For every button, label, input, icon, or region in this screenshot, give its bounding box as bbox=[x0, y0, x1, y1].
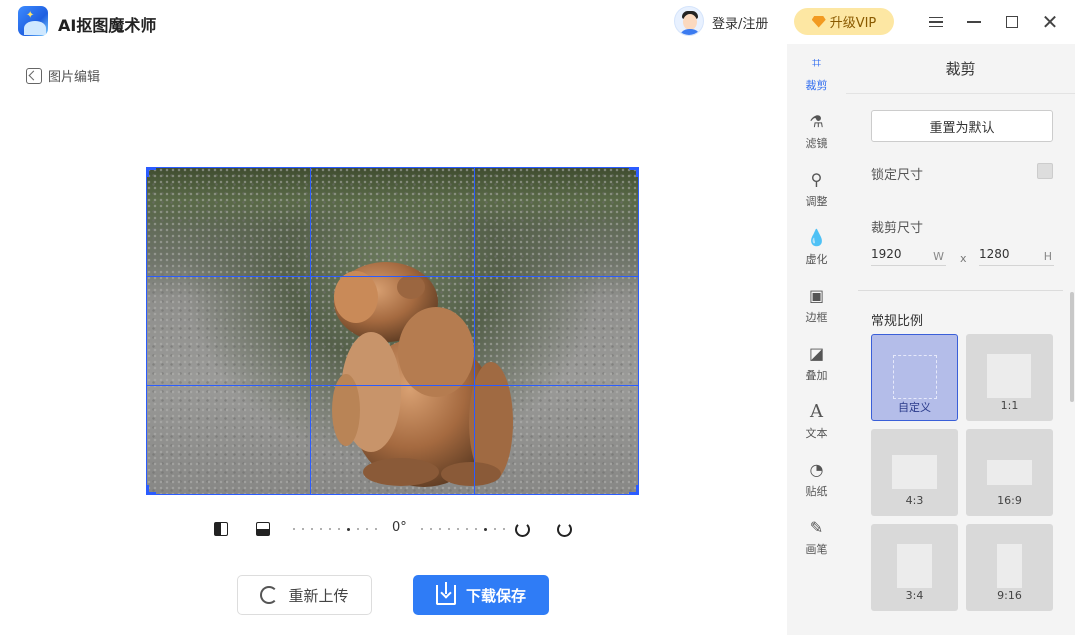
refresh-icon bbox=[260, 586, 279, 604]
ratio-option-9-16[interactable]: 9:16 bbox=[966, 524, 1053, 611]
rotate-left-button[interactable] bbox=[511, 518, 533, 540]
angle-slider-left[interactable] bbox=[293, 527, 377, 531]
height-field[interactable]: 1280 H bbox=[979, 244, 1054, 266]
sticker-icon: ◔ bbox=[809, 459, 824, 479]
rail-item-border[interactable]: ▣ 边框 bbox=[787, 276, 846, 332]
rail-item-brush[interactable]: ✎ 画笔 bbox=[787, 508, 846, 564]
rail-item-crop[interactable]: ⌗ 裁剪 bbox=[787, 44, 846, 100]
crop-icon: ⌗ bbox=[811, 53, 821, 72]
blur-icon: 💧 bbox=[806, 227, 827, 247]
rail-item-blur[interactable]: 💧 虚化 bbox=[787, 218, 846, 274]
ratio-option-3-4[interactable]: 3:4 bbox=[871, 524, 958, 611]
rail-item-adjust[interactable]: ⚲ 调整 bbox=[787, 160, 846, 216]
upgrade-vip-button[interactable]: 升级VIP bbox=[794, 8, 894, 35]
adjust-icon: ⚲ bbox=[810, 169, 823, 189]
border-icon: ▣ bbox=[808, 285, 825, 305]
text-icon: A bbox=[810, 400, 823, 422]
home-icon bbox=[26, 67, 42, 84]
download-icon bbox=[435, 582, 456, 605]
lock-size-checkbox[interactable] bbox=[1037, 163, 1053, 179]
crop-settings-panel: 裁剪 重置为默认 锁定尺寸 裁剪尺寸 1920 W x 1280 H 常规比例 … bbox=[846, 44, 1075, 635]
rail-item-overlay[interactable]: ◪ 叠加 bbox=[787, 334, 846, 390]
filter-icon: ⚗ bbox=[809, 111, 824, 131]
flip-vertical-icon bbox=[256, 522, 270, 536]
login-register-link[interactable]: 登录/注册 bbox=[712, 13, 768, 32]
crop-toolbar: 0° bbox=[210, 518, 580, 540]
crop-handle-top-right[interactable] bbox=[629, 167, 639, 177]
rotate-left-icon bbox=[514, 521, 530, 537]
lock-size-label: 锁定尺寸 bbox=[871, 168, 924, 183]
rotate-right-icon bbox=[556, 521, 572, 537]
breadcrumb[interactable]: 图片编辑 bbox=[26, 66, 100, 85]
size-separator: x bbox=[960, 252, 967, 265]
save-label: 下载保存 bbox=[465, 586, 526, 605]
crop-handle-bottom-right[interactable] bbox=[629, 485, 639, 495]
crop-size-label: 裁剪尺寸 bbox=[871, 221, 924, 236]
rotate-right-button[interactable] bbox=[553, 518, 575, 540]
app-logo-icon: ✦ bbox=[18, 6, 48, 36]
close-icon[interactable]: ✕ bbox=[1038, 10, 1062, 34]
width-field[interactable]: 1920 W bbox=[871, 244, 946, 266]
ratio-option-custom[interactable]: 自定义 bbox=[871, 334, 958, 421]
breadcrumb-label: 图片编辑 bbox=[48, 70, 101, 85]
divider bbox=[858, 290, 1063, 291]
vip-label: 升级VIP bbox=[829, 16, 877, 31]
reupload-button[interactable]: 重新上传 bbox=[237, 575, 372, 615]
crop-handle-top-left[interactable] bbox=[146, 167, 156, 177]
panel-scrollbar[interactable] bbox=[1070, 292, 1074, 402]
maximize-icon[interactable] bbox=[1000, 10, 1024, 34]
rail-item-sticker[interactable]: ◔ 贴纸 bbox=[787, 450, 846, 506]
download-save-button[interactable]: 下载保存 bbox=[413, 575, 549, 615]
ratio-section-title: 常规比例 bbox=[871, 314, 924, 329]
rail-item-text[interactable]: A 文本 bbox=[787, 392, 846, 448]
angle-slider-right[interactable] bbox=[421, 527, 505, 531]
brush-icon: ✎ bbox=[809, 517, 824, 537]
flip-horizontal-button[interactable] bbox=[210, 518, 232, 540]
ratio-option-4-3[interactable]: 4:3 bbox=[871, 429, 958, 516]
tool-rail: ⌗ 裁剪 ⚗ 滤镜 ⚲ 调整 💧 虚化 ▣ 边框 ◪ 叠加 A 文本 ◔ 贴纸 … bbox=[787, 44, 846, 635]
reupload-label: 重新上传 bbox=[288, 586, 349, 605]
minimize-icon[interactable] bbox=[962, 10, 986, 34]
user-avatar[interactable] bbox=[674, 6, 704, 36]
crop-canvas[interactable] bbox=[146, 167, 639, 495]
flip-vertical-button[interactable] bbox=[252, 518, 274, 540]
ratio-option-1-1[interactable]: 1:1 bbox=[966, 334, 1053, 421]
ratio-option-16-9[interactable]: 16:9 bbox=[966, 429, 1053, 516]
menu-icon[interactable] bbox=[924, 10, 948, 34]
overlay-icon: ◪ bbox=[808, 343, 825, 363]
panel-title: 裁剪 bbox=[846, 44, 1075, 94]
title-bar: ✦ AI抠图魔术师 登录/注册 升级VIP ✕ bbox=[0, 0, 1075, 44]
rotation-angle: 0° bbox=[392, 520, 407, 535]
crop-handle-bottom-left[interactable] bbox=[146, 485, 156, 495]
reset-default-button[interactable]: 重置为默认 bbox=[871, 110, 1053, 142]
diamond-icon bbox=[811, 15, 826, 28]
crop-frame[interactable] bbox=[146, 167, 639, 495]
flip-horizontal-icon bbox=[214, 522, 228, 536]
rail-item-filter[interactable]: ⚗ 滤镜 bbox=[787, 102, 846, 158]
app-title: AI抠图魔术师 bbox=[58, 16, 157, 35]
